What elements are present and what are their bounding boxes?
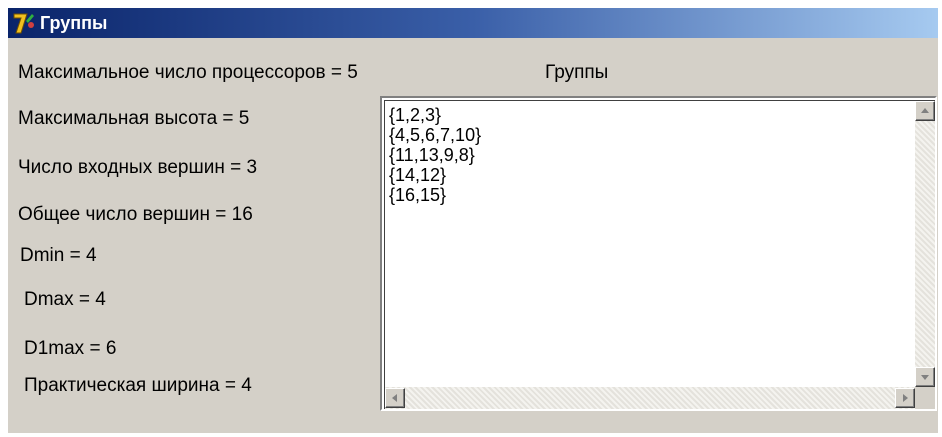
input-vertices-label: Число входных вершин = 3 xyxy=(18,157,258,178)
app-7-icon xyxy=(12,11,36,35)
arrow-left-icon xyxy=(392,394,397,402)
scroll-left-button[interactable] xyxy=(385,388,405,408)
groups-heading: Группы xyxy=(545,62,609,83)
max-processors-label: Максимальное число процессоров = 5 xyxy=(18,62,358,83)
max-height-label: Максимальная высота = 5 xyxy=(18,108,250,129)
scrollbar-corner xyxy=(915,387,935,409)
list-item[interactable]: {14,12} xyxy=(389,165,899,185)
dmax-label: Dmax = 4 xyxy=(24,289,106,310)
d1max-label: D1max = 6 xyxy=(24,338,117,359)
list-item[interactable]: {4,5,6,7,10} xyxy=(389,125,899,145)
groups-listbox[interactable]: {1,2,3} {4,5,6,7,10} {11,13,9,8} {14,12}… xyxy=(380,96,937,411)
scroll-right-button[interactable] xyxy=(895,388,915,408)
title-bar[interactable]: Группы xyxy=(8,8,938,38)
horizontal-scrollbar[interactable] xyxy=(385,387,915,409)
list-item[interactable]: {1,2,3} xyxy=(389,105,899,125)
vertical-scrollbar[interactable] xyxy=(915,101,935,387)
scroll-up-button[interactable] xyxy=(915,101,935,121)
arrow-right-icon xyxy=(903,394,908,402)
arrow-down-icon xyxy=(921,375,929,380)
arrow-up-icon xyxy=(921,108,929,113)
scroll-down-button[interactable] xyxy=(915,367,935,387)
window-title: Группы xyxy=(40,13,108,33)
total-vertices-label: Общее число вершин = 16 xyxy=(18,204,253,225)
dmin-label: Dmin = 4 xyxy=(20,245,97,266)
groups-window: Группы Максимальное число процессоров = … xyxy=(8,8,938,433)
groups-list: {1,2,3} {4,5,6,7,10} {11,13,9,8} {14,12}… xyxy=(389,105,899,205)
list-item[interactable]: {11,13,9,8} xyxy=(389,145,899,165)
practical-width-label: Практическая ширина = 4 xyxy=(24,375,252,396)
list-item[interactable]: {16,15} xyxy=(389,185,899,205)
